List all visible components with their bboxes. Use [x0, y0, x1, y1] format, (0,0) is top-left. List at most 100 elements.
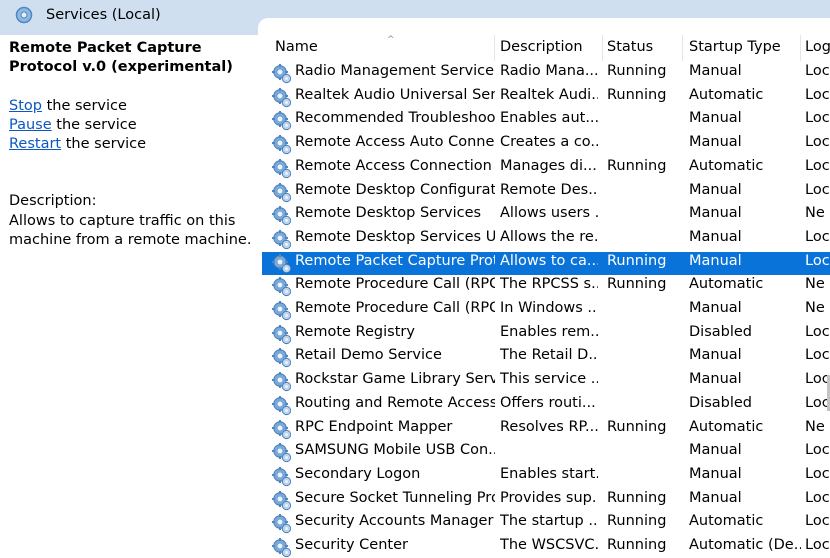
service-description-cell: Creates a co... [500, 134, 598, 151]
column-name-label: Name [275, 39, 318, 55]
table-row[interactable]: Secure Socket Tunneling Pro... Provides s… [262, 489, 830, 513]
service-name-cell: Remote Desktop Configurati... [295, 181, 495, 198]
table-row[interactable]: Remote Registry Enables rem... Disabled Loc [262, 323, 830, 347]
service-gear-icon [271, 276, 293, 298]
service-description-cell: Radio Mana... [500, 63, 598, 79]
service-status-cell: Running [607, 86, 667, 103]
service-startup-type-cell: Manual [689, 371, 742, 388]
service-gear-icon [271, 324, 293, 346]
service-startup-type-cell: Manual [689, 110, 742, 127]
column-header-status[interactable]: Status [607, 39, 653, 55]
service-gear-icon [271, 513, 293, 535]
stop-action-text: the service [41, 98, 127, 114]
table-row[interactable]: Remote Access Auto Connec... Creates a co… [262, 133, 830, 157]
service-name-cell: Remote Packet Capture Prot... [295, 252, 495, 269]
column-header-startup-type[interactable]: Startup Type [689, 39, 781, 55]
service-description-cell: The startup ... [500, 513, 598, 530]
table-row[interactable]: RPC Endpoint Mapper Resolves RP... Running… [262, 418, 830, 442]
table-row[interactable]: Rockstar Game Library Service This servic… [262, 370, 830, 394]
table-row[interactable]: Remote Desktop Services Allows users ... M… [262, 204, 830, 228]
service-description-cell: Allows users ... [500, 205, 598, 222]
table-row[interactable]: Security Center The WSCSVC... Running Autom… [262, 536, 830, 558]
service-status-cell: Running [607, 276, 667, 293]
table-row[interactable]: Radio Management Service Radio Mana... Run… [262, 62, 830, 86]
service-name-cell: Remote Access Connection ... [295, 157, 495, 174]
service-status-cell: Running [607, 537, 667, 553]
column-header-log-on-as[interactable]: Log [805, 39, 830, 55]
table-row[interactable]: Retail Demo Service The Retail D... Manual… [262, 346, 830, 370]
service-description-cell: The WSCSVC... [500, 537, 598, 553]
restart-link[interactable]: Restart [9, 136, 61, 152]
service-description-cell: The Retail D... [500, 347, 598, 364]
service-description-cell: Provides sup... [500, 489, 598, 506]
table-row[interactable]: Remote Desktop Services Us... Allows the … [262, 228, 830, 252]
table-row[interactable]: Remote Procedure Call (RPC)... In Windows… [262, 299, 830, 323]
service-gear-icon [271, 205, 293, 227]
service-gear-icon [271, 466, 293, 488]
pause-action-text: the service [51, 117, 137, 133]
service-startup-type-cell: Manual [689, 442, 742, 459]
column-header-description[interactable]: Description [500, 39, 583, 55]
service-name-cell: Rockstar Game Library Service [295, 371, 495, 388]
service-status-cell: Running [607, 252, 667, 269]
service-status-cell: Running [607, 418, 667, 435]
service-gear-icon [271, 490, 293, 512]
services-list: Name ^ Description Status Startup Type L… [262, 35, 830, 558]
service-startup-type-cell: Manual [689, 465, 742, 482]
service-startup-type-cell: Manual [689, 181, 742, 198]
service-status-cell: Running [607, 63, 667, 79]
table-row[interactable]: Security Accounts Manager The startup ...… [262, 512, 830, 536]
service-description-cell: This service ... [500, 371, 598, 388]
service-name-cell: RPC Endpoint Mapper [295, 418, 453, 435]
service-gear-icon [271, 371, 293, 393]
table-row-selected[interactable]: Remote Packet Capture Prot... Allows to c… [262, 251, 830, 276]
service-gear-icon [271, 347, 293, 369]
service-description-cell: Offers routi... [500, 394, 596, 411]
description-label: Description: [9, 193, 97, 209]
service-name-cell: Security Center [295, 537, 408, 553]
column-separator[interactable] [682, 35, 683, 61]
service-description-cell: Manages di... [500, 157, 597, 174]
stop-link[interactable]: Stop [9, 98, 42, 114]
service-name-cell: Secondary Logon [295, 465, 421, 482]
service-name-cell: Realtek Audio Universal Serv... [295, 86, 495, 103]
restart-action: Restart the service [9, 136, 146, 152]
service-description-cell: In Windows ... [500, 300, 598, 316]
description-text: Allows to capture traffic on this machin… [9, 213, 252, 248]
service-name-cell: Radio Management Service [295, 63, 495, 79]
service-status-cell: Running [607, 489, 667, 506]
service-name-cell: Recommended Troubleshoo... [295, 110, 495, 127]
service-name-cell: Remote Registry [295, 323, 415, 340]
service-description-cell: Resolves RP... [500, 418, 598, 435]
column-header-name[interactable]: Name ^ [275, 35, 395, 55]
service-startup-type-cell: Manual [689, 228, 742, 245]
table-row[interactable]: Remote Desktop Configurati... Remote Des.… [262, 181, 830, 205]
service-startup-type-cell: Manual [689, 63, 742, 79]
extended-view-panel: Remote Packet Capture Protocol v.0 (expe… [0, 35, 262, 558]
selected-service-name: Remote Packet Capture Protocol v.0 (expe… [9, 40, 233, 75]
service-name-cell: Routing and Remote Access [295, 394, 495, 411]
table-row[interactable]: Remote Access Connection ... Manages di..… [262, 157, 830, 181]
service-description-cell: Remote Des... [500, 181, 598, 198]
table-row[interactable]: Remote Procedure Call (RPC) The RPCSS s..… [262, 275, 830, 299]
table-row[interactable]: Secondary LogonEnables start...ManualLoc [262, 465, 830, 489]
column-separator[interactable] [800, 35, 801, 61]
service-description-cell: Allows the re... [500, 228, 598, 245]
pause-action: Pause the service [9, 117, 137, 133]
service-description-cell: Allows to ca... [500, 252, 598, 269]
service-startup-type-cell: Automatic [689, 513, 764, 530]
column-separator[interactable] [494, 35, 495, 61]
table-row[interactable]: Realtek Audio Universal Serv... Realtek A… [262, 86, 830, 110]
service-startup-type-cell: Manual [689, 134, 742, 151]
service-name-cell: Remote Access Auto Connec... [295, 134, 495, 151]
sort-ascending-icon: ^ [387, 35, 395, 45]
service-description-cell: Enables rem... [500, 323, 598, 340]
service-description-cell: The RPCSS s... [500, 276, 598, 293]
column-separator[interactable] [602, 35, 603, 61]
table-row[interactable]: SAMSUNG Mobile USB Con... Manual Loc [262, 441, 830, 465]
table-row[interactable]: Routing and Remote Access Offers routi...… [262, 394, 830, 418]
table-row[interactable]: Recommended Troubleshoo... Enables aut...… [262, 109, 830, 133]
service-startup-type-cell: Automatic [689, 276, 764, 293]
pause-link[interactable]: Pause [9, 117, 52, 133]
service-startup-type-cell: Automatic [689, 86, 764, 103]
